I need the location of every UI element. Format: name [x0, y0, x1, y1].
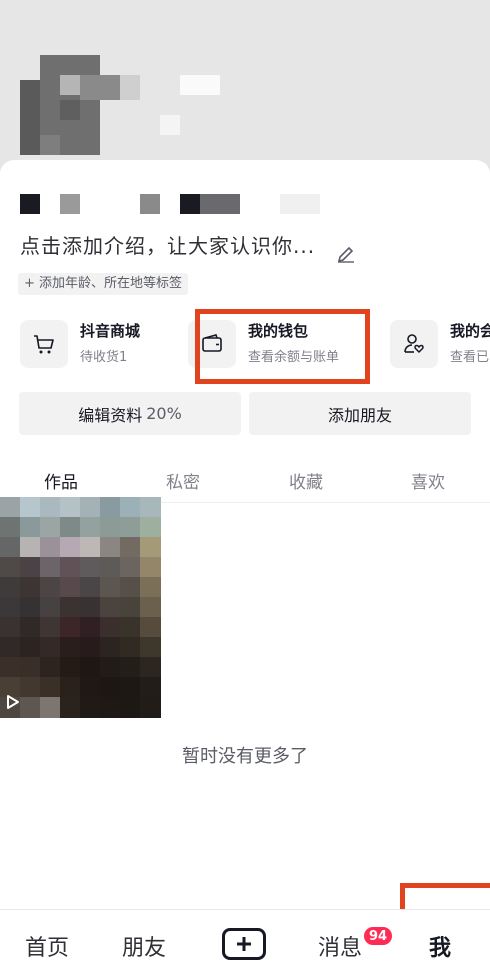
- bottom-nav: 首页 朋友 消息 94 我: [0, 909, 490, 979]
- add-friends-label: 添加朋友: [327, 405, 392, 425]
- edit-profile-button[interactable]: 编辑资料 20%: [19, 392, 241, 435]
- edit-profile-label: 编辑资料: [78, 405, 143, 425]
- service-title: 我的会: [450, 322, 490, 340]
- content-tabs: 作品 私密 收藏 喜欢: [0, 460, 490, 500]
- service-shop[interactable]: 抖音商城 待收货1: [20, 318, 180, 372]
- service-subtitle: 查看已: [450, 350, 490, 365]
- nav-me[interactable]: 我: [429, 930, 451, 962]
- avatar[interactable]: [20, 55, 140, 155]
- highlight-wallet: [195, 309, 370, 384]
- tab-works[interactable]: 作品: [44, 468, 78, 493]
- pencil-icon[interactable]: [336, 244, 356, 264]
- tab-private[interactable]: 私密: [166, 468, 200, 493]
- service-title: 抖音商城: [80, 322, 141, 340]
- bio-prompt[interactable]: 点击添加介绍，让大家认识你...: [20, 236, 380, 264]
- nav-friends[interactable]: 朋友: [122, 930, 166, 962]
- cart-icon: [20, 320, 68, 368]
- tab-likes[interactable]: 喜欢: [411, 468, 445, 493]
- profile-completion: 20%: [146, 404, 182, 423]
- username-blurred: [0, 194, 490, 218]
- empty-feed-text: 暂时没有更多了: [182, 746, 308, 767]
- plus-icon: [237, 937, 251, 951]
- video-thumbnail[interactable]: [0, 497, 161, 718]
- play-icon: [7, 695, 19, 709]
- nav-messages[interactable]: 消息: [318, 930, 362, 962]
- service-subtitle: 待收货1: [80, 350, 128, 365]
- blurred-name: [180, 75, 220, 95]
- nav-home[interactable]: 首页: [25, 930, 69, 962]
- add-friends-button[interactable]: 添加朋友: [249, 392, 471, 435]
- create-button[interactable]: [222, 928, 266, 960]
- bio-text: 点击添加介绍，让大家认识你...: [20, 236, 316, 258]
- messages-badge: 94: [362, 925, 395, 947]
- tab-favorites[interactable]: 收藏: [289, 468, 323, 493]
- user-heart-icon: [390, 320, 438, 368]
- service-membership[interactable]: 我的会 查看已: [390, 318, 490, 372]
- add-tags-button[interactable]: + 添加年龄、所在地等标签: [18, 273, 189, 295]
- thumbnail-image: [0, 497, 161, 718]
